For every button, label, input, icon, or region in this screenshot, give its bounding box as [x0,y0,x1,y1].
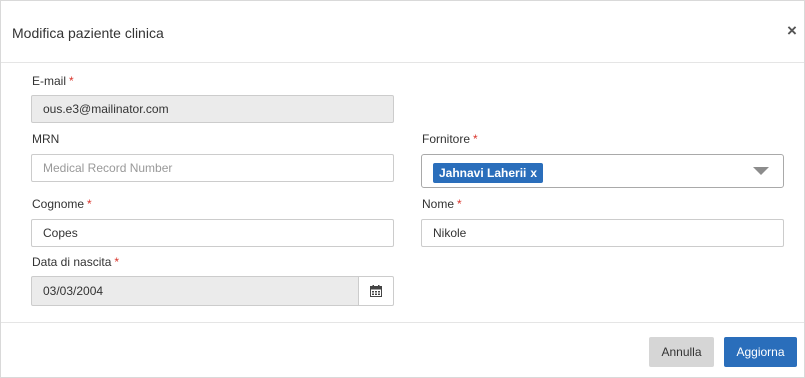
update-button[interactable]: Aggiorna [724,337,797,367]
email-label-text: E-mail [32,74,67,88]
close-icon[interactable]: × [784,22,800,40]
edit-patient-dialog: Modifica paziente clinica × E-mail * ous.… [0,0,805,378]
calendar-icon [370,285,382,297]
last-name-input[interactable]: Copes [31,219,394,247]
mrn-label: MRN [32,132,60,146]
first-name-input[interactable]: Nikole [421,219,784,247]
chevron-down-icon[interactable] [753,167,769,175]
cancel-button[interactable]: Annulla [649,337,714,367]
required-mark: * [457,197,462,211]
provider-tag-label: Jahnavi Laherii [439,166,527,180]
required-mark: * [69,74,74,88]
provider-label: Fornitore * [422,132,478,146]
mrn-input[interactable]: Medical Record Number [31,154,394,182]
dialog-footer: Annulla Aggiorna [1,322,804,378]
calendar-button[interactable] [358,276,394,306]
provider-select[interactable]: Jahnavi Laherii x [421,154,784,188]
provider-tag: Jahnavi Laherii x [433,163,544,183]
required-mark: * [114,255,120,269]
dialog-header: Modifica paziente clinica × [1,1,804,63]
last-name-label: Cognome * [32,197,92,211]
email-field: ous.e3@mailinator.com [31,95,394,123]
email-label: E-mail * [32,74,74,88]
required-mark: * [473,132,478,146]
birth-date-field: 03/03/2004 [31,276,359,306]
birth-date-label-text: Data di nascita [32,255,112,269]
dialog-title: Modifica paziente clinica [12,25,164,41]
first-name-label: Nome * [422,197,462,211]
provider-label-text: Fornitore [422,132,471,146]
first-name-label-text: Nome [422,197,455,211]
required-mark: * [87,197,92,211]
last-name-label-text: Cognome [32,197,85,211]
birth-date-label: Data di nascita * [32,255,119,269]
remove-tag-icon[interactable]: x [530,166,537,180]
